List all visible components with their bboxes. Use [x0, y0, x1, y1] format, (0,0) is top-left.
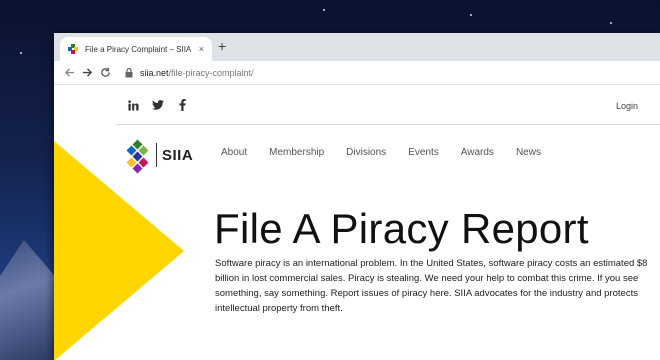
new-tab-button[interactable]: +: [218, 39, 226, 53]
siia-logo-mark-icon: [126, 139, 150, 174]
header-divider: [116, 124, 660, 125]
back-arrow-icon: [64, 68, 74, 77]
top-utility-bar: Login: [54, 85, 660, 125]
back-button[interactable]: [60, 64, 78, 82]
logo-separator: [156, 143, 157, 167]
url-host: siia.net: [140, 67, 169, 78]
tab-strip: File a Piracy Complaint – SIIA × +: [54, 33, 660, 61]
main-navigation: About Membership Divisions Events Awards…: [221, 147, 563, 158]
tab-title: File a Piracy Complaint – SIIA: [85, 44, 192, 54]
nav-item-events[interactable]: Events: [408, 147, 439, 158]
browser-toolbar: siia.net/file-piracy-complaint/: [54, 61, 660, 85]
siia-favicon-icon: [68, 44, 78, 54]
lock-icon[interactable]: [124, 67, 134, 79]
siia-logo[interactable]: SIIA: [126, 139, 194, 174]
browser-window: File a Piracy Complaint – SIIA × + siia.…: [54, 33, 660, 360]
star: [470, 14, 472, 16]
star: [20, 52, 22, 54]
nav-item-divisions[interactable]: Divisions: [346, 147, 386, 158]
logo-text: SIIA: [162, 146, 194, 164]
mountain-silhouette: [0, 240, 60, 360]
page-title: File A Piracy Report: [214, 205, 589, 252]
nav-item-awards[interactable]: Awards: [461, 147, 494, 158]
nav-item-about[interactable]: About: [221, 147, 247, 158]
browser-tab[interactable]: File a Piracy Complaint – SIIA ×: [60, 37, 212, 61]
reload-button[interactable]: [96, 64, 114, 82]
tab-close-icon[interactable]: ×: [199, 44, 204, 54]
url-path: /file-piracy-complaint/: [168, 67, 254, 78]
forward-arrow-icon: [82, 68, 92, 77]
star: [323, 9, 325, 11]
nav-item-membership[interactable]: Membership: [269, 147, 324, 158]
address-bar[interactable]: siia.net/file-piracy-complaint/: [140, 68, 254, 78]
star: [610, 22, 612, 24]
webpage: Login SIIA About Membership Divisions Ev…: [54, 85, 660, 360]
forward-button[interactable]: [78, 64, 96, 82]
twitter-icon[interactable]: [151, 98, 165, 112]
facebook-icon[interactable]: [175, 98, 189, 112]
nav-item-news[interactable]: News: [516, 147, 541, 158]
reload-icon: [100, 67, 110, 77]
login-link[interactable]: Login: [616, 101, 638, 111]
yellow-triangle-decoration: [54, 141, 184, 360]
intro-paragraph: Software piracy is an international prob…: [215, 258, 648, 314]
linkedin-icon[interactable]: [126, 98, 140, 112]
